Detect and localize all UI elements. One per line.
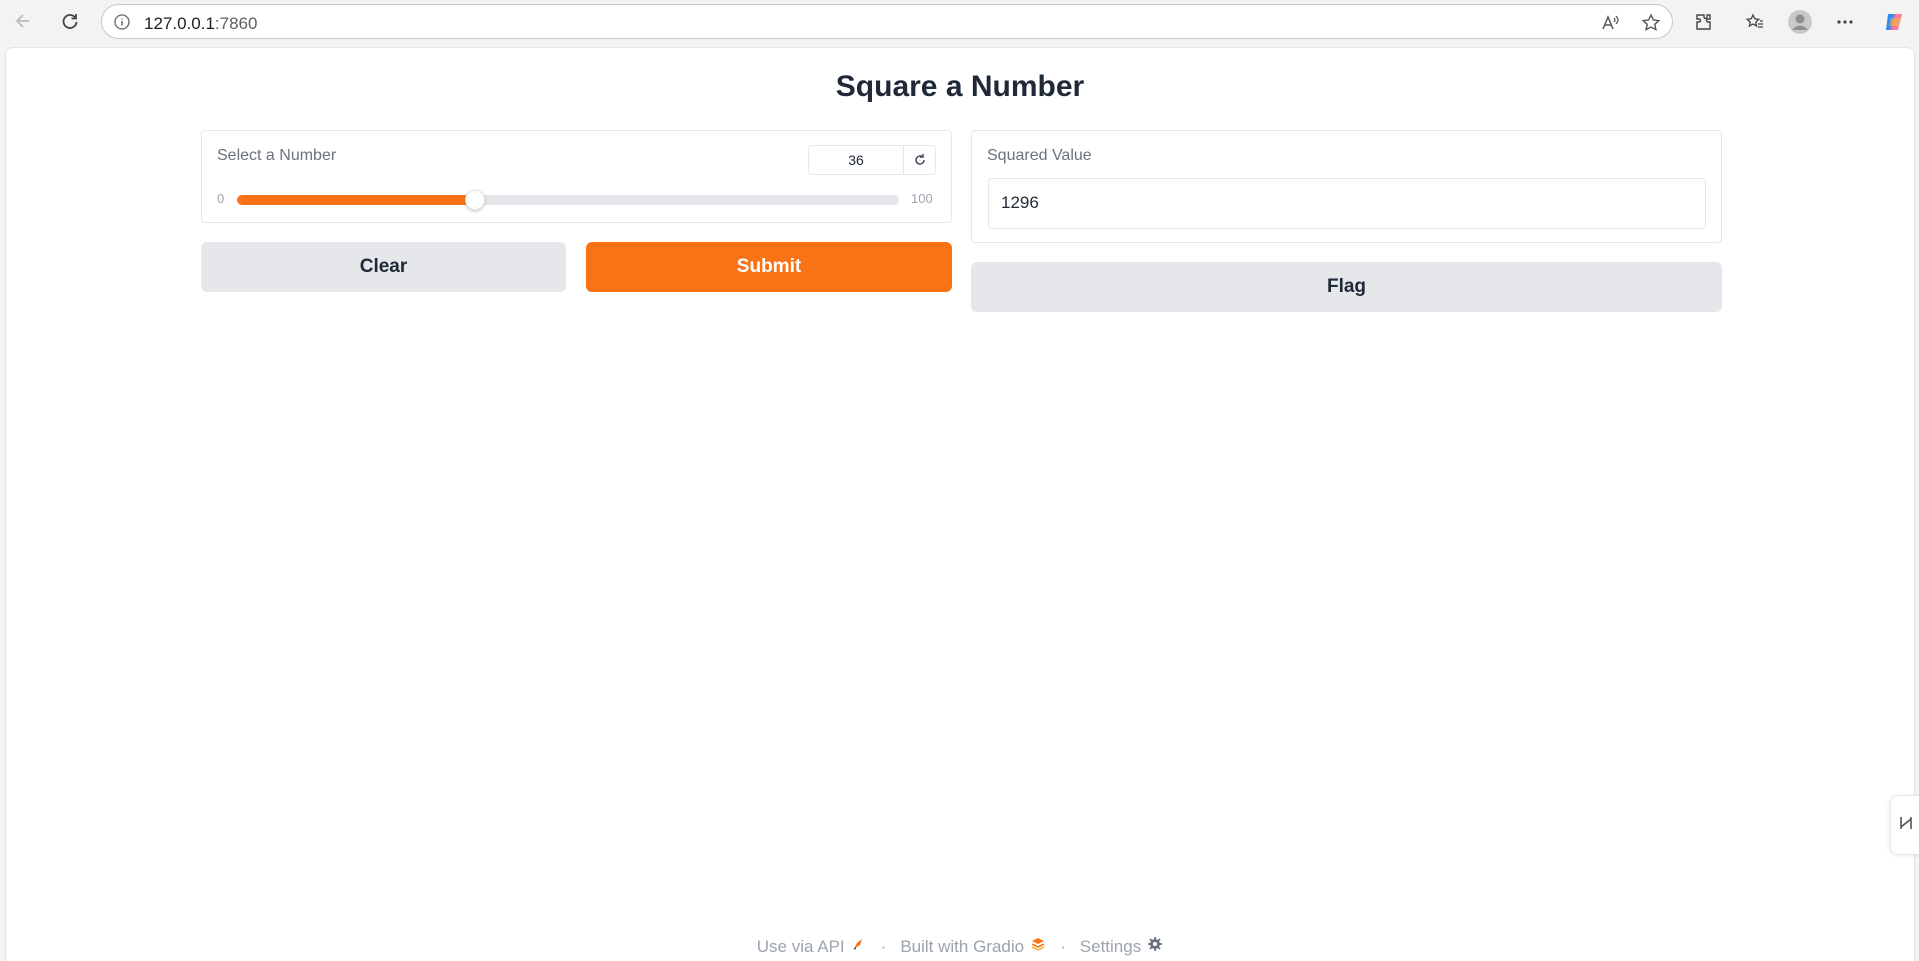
footer-separator: · bbox=[880, 936, 887, 956]
url-text: 127.0.0.1:7860 bbox=[144, 14, 258, 33]
output-panel: Squared Value 1296 bbox=[971, 130, 1722, 243]
back-icon[interactable] bbox=[8, 6, 38, 36]
favorites-icon[interactable] bbox=[1740, 7, 1770, 37]
page-title: Square a Number bbox=[835, 70, 1085, 103]
slider-max-label: 100 bbox=[911, 191, 933, 206]
reset-icon[interactable] bbox=[903, 145, 936, 175]
slider-panel: Select a Number 36 0 100 bbox=[201, 130, 952, 223]
settings-link[interactable]: Settings bbox=[1080, 936, 1163, 957]
site-info-icon[interactable] bbox=[112, 12, 132, 32]
read-aloud-icon[interactable] bbox=[1598, 11, 1622, 35]
clear-button[interactable]: Clear bbox=[201, 242, 566, 292]
squared-value-output[interactable]: 1296 bbox=[988, 178, 1706, 229]
number-input[interactable]: 36 bbox=[808, 145, 904, 175]
footer-separator: · bbox=[1060, 936, 1066, 956]
address-bar[interactable]: 127.0.0.1:7860 bbox=[101, 4, 1673, 39]
copilot-icon[interactable] bbox=[1879, 7, 1909, 37]
more-options-icon[interactable] bbox=[1830, 7, 1860, 37]
output-label: Squared Value bbox=[987, 147, 1092, 164]
browser-toolbar: 127.0.0.1:7860 bbox=[0, 0, 1919, 44]
page-viewport: Square a Number Select a Number 36 0 100… bbox=[5, 47, 1919, 961]
rocket-icon bbox=[851, 936, 867, 957]
toggle-icon bbox=[1897, 814, 1915, 837]
gradio-logo-icon bbox=[1030, 936, 1046, 957]
use-via-api-link[interactable]: Use via API bbox=[757, 936, 867, 957]
footer: Use via API · Built with Gradio · Settin… bbox=[6, 936, 1914, 957]
slider-track[interactable] bbox=[237, 190, 899, 210]
slider-thumb[interactable] bbox=[465, 190, 485, 210]
favorite-star-icon[interactable] bbox=[1639, 11, 1663, 35]
built-with-gradio-link[interactable]: Built with Gradio bbox=[900, 936, 1046, 957]
extensions-icon[interactable] bbox=[1689, 7, 1719, 37]
flag-button[interactable]: Flag bbox=[971, 262, 1722, 312]
gear-icon bbox=[1147, 936, 1163, 957]
slider-min-label: 0 bbox=[217, 191, 225, 206]
side-panel-toggle[interactable] bbox=[1890, 795, 1919, 855]
slider-label: Select a Number bbox=[217, 147, 337, 164]
submit-button[interactable]: Submit bbox=[586, 242, 952, 292]
reload-icon[interactable] bbox=[55, 6, 85, 36]
profile-avatar-icon[interactable] bbox=[1785, 7, 1815, 37]
slider-fill bbox=[237, 195, 475, 205]
